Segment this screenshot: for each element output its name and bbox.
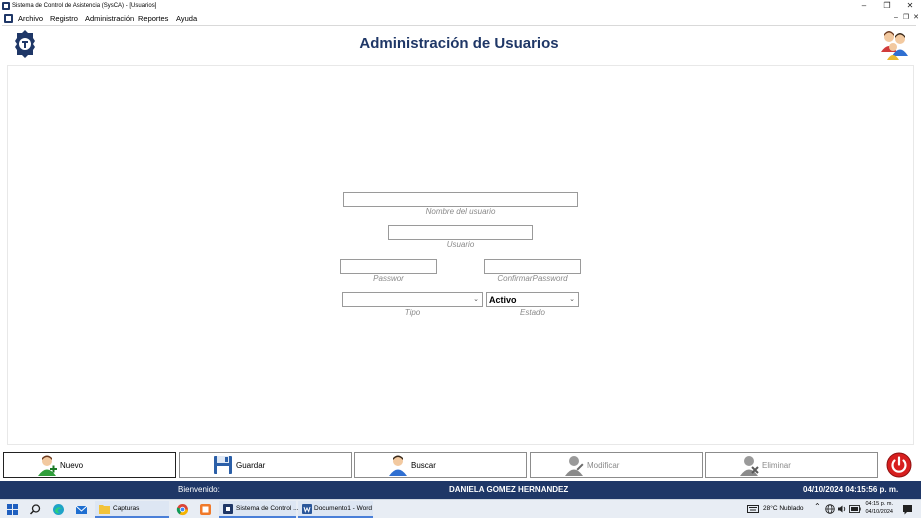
- notification-icon[interactable]: [902, 504, 913, 515]
- eliminar-button-label: Eliminar: [762, 461, 791, 470]
- delete-user-icon: [740, 456, 759, 476]
- confirmar-password-input[interactable]: [484, 259, 581, 274]
- taskbar-item-sistema[interactable]: Sistema de Control ...: [219, 501, 299, 518]
- nuevo-button[interactable]: Nuevo: [3, 452, 176, 478]
- chevron-down-icon: ⌄: [569, 296, 575, 303]
- taskbar-item-label: Documento1 - Word: [314, 505, 373, 512]
- app-icon: [223, 504, 233, 514]
- windows-start-icon[interactable]: [6, 503, 19, 516]
- drawing-app-icon[interactable]: [199, 503, 212, 516]
- restore-button[interactable]: ❐: [876, 0, 898, 12]
- modificar-button-label: Modificar: [587, 461, 620, 470]
- nombre-usuario-label: Nombre del usuario: [425, 207, 496, 216]
- tipo-select[interactable]: ⌄: [342, 292, 483, 307]
- menu-archivo[interactable]: Archivo: [18, 14, 43, 24]
- add-user-icon: [38, 455, 57, 476]
- chevron-down-icon: ⌄: [473, 296, 479, 303]
- page-title: Administración de Usuarios: [359, 35, 559, 52]
- mdi-close-button[interactable]: ✕: [910, 13, 921, 23]
- estado-select-value: Activo: [489, 295, 517, 305]
- globe-icon[interactable]: [825, 504, 835, 514]
- taskbar-item-label: Sistema de Control ...: [236, 505, 299, 512]
- window-title: Sistema de Control de Asistencia (SysCA)…: [12, 3, 157, 9]
- menu-bar: Archivo Registro Administración Reportes…: [0, 12, 921, 25]
- clock-date[interactable]: 04/10/2024: [865, 509, 893, 516]
- password-label: Passwor: [373, 274, 404, 283]
- edge-browser-icon[interactable]: [52, 503, 65, 516]
- folder-icon: [99, 505, 110, 514]
- status-bar: Bienvenido: DANIELA GOMEZ HERNANDEZ 04/1…: [0, 481, 921, 499]
- current-user-name: DANIELA GOMEZ HERNANDEZ: [449, 485, 569, 494]
- modificar-button[interactable]: Modificar: [530, 452, 703, 478]
- user-form-panel: [7, 65, 914, 445]
- close-button[interactable]: ✕: [899, 0, 921, 12]
- taskbar: Capturas Sistema de Control ... Document…: [0, 499, 921, 518]
- eliminar-button[interactable]: Eliminar: [705, 452, 878, 478]
- usuario-input[interactable]: [388, 225, 533, 240]
- usuario-label: Usuario: [446, 240, 475, 249]
- guardar-button-label: Guardar: [236, 461, 266, 470]
- menu-registro[interactable]: Registro: [50, 14, 78, 24]
- chevron-up-icon[interactable]: ⌃: [814, 503, 821, 511]
- page-header: Administración de Usuarios: [2, 25, 916, 63]
- minimize-button[interactable]: –: [853, 0, 875, 12]
- nombre-usuario-input[interactable]: [343, 192, 578, 207]
- users-group-icon: [881, 31, 908, 60]
- edit-user-icon: [565, 456, 584, 476]
- taskbar-item-capturas[interactable]: Capturas: [95, 501, 169, 518]
- search-user-icon: [389, 455, 407, 476]
- speaker-icon[interactable]: [837, 504, 847, 514]
- tipo-label: Tipo: [404, 308, 421, 317]
- keyboard-icon[interactable]: [747, 504, 759, 514]
- search-icon[interactable]: [29, 503, 42, 516]
- window-title-bar: Sistema de Control de Asistencia (SysCA)…: [0, 0, 921, 12]
- weather-status[interactable]: 28°C Nublado: [763, 505, 804, 513]
- power-exit-icon[interactable]: [886, 452, 912, 478]
- welcome-label: Bienvenido:: [178, 485, 220, 494]
- status-datetime: 04/10/2024 04:15:56 p. m.: [803, 485, 899, 494]
- estado-label: Estado: [520, 308, 545, 317]
- word-icon: [302, 504, 312, 514]
- save-floppy-icon: [214, 456, 232, 474]
- guardar-button[interactable]: Guardar: [179, 452, 352, 478]
- menu-ayuda[interactable]: Ayuda: [176, 14, 197, 24]
- nuevo-button-label: Nuevo: [60, 461, 84, 470]
- mail-icon[interactable]: [75, 503, 88, 516]
- confirmar-password-label: ConfirmarPassword: [497, 274, 568, 283]
- taskbar-item-label: Capturas: [113, 505, 140, 512]
- password-input[interactable]: [340, 259, 437, 274]
- battery-icon[interactable]: [849, 505, 861, 513]
- buscar-button[interactable]: Buscar: [354, 452, 527, 478]
- clock-time[interactable]: 04:15 p. m.: [865, 501, 893, 508]
- chrome-icon[interactable]: [176, 503, 189, 516]
- menu-reportes[interactable]: Reportes: [138, 14, 168, 24]
- buscar-button-label: Buscar: [411, 461, 436, 470]
- menu-administracion[interactable]: Administración: [85, 14, 134, 24]
- app-icon: [2, 2, 10, 10]
- estado-select[interactable]: Activo ⌄: [486, 292, 579, 307]
- taskbar-item-word[interactable]: Documento1 - Word: [298, 501, 373, 518]
- mdi-child-icon: [4, 14, 13, 23]
